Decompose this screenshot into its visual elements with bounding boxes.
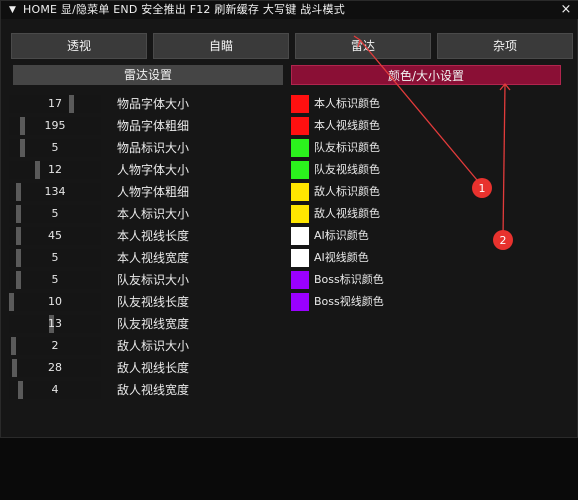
subtab-radar-settings[interactable]: 雷达设置: [13, 65, 283, 85]
color-swatch[interactable]: [291, 227, 309, 245]
color-swatch[interactable]: [291, 205, 309, 223]
slider-row: 5 队友标识大小: [9, 269, 281, 291]
value-slider[interactable]: 10: [9, 293, 101, 311]
color-label: 敌人视线颜色: [314, 207, 380, 220]
slider-value: 17: [48, 97, 62, 110]
color-label: Boss视线颜色: [314, 295, 384, 308]
color-row: 本人标识颜色: [291, 93, 491, 115]
value-slider[interactable]: 5: [9, 139, 101, 157]
value-slider[interactable]: 5: [9, 205, 101, 223]
color-row: Boss视线颜色: [291, 291, 491, 313]
slider-value: 10: [48, 295, 62, 308]
slider-row: 17 物品字体大小: [9, 93, 281, 115]
subtab-color-size-settings[interactable]: 颜色/大小设置: [291, 65, 561, 85]
color-row: Boss标识颜色: [291, 269, 491, 291]
slider-value: 5: [51, 141, 59, 154]
tab-radar[interactable]: 雷达: [295, 33, 431, 59]
slider-row: 2 敌人标识大小: [9, 335, 281, 357]
color-swatch[interactable]: [291, 293, 309, 311]
slider-value: 5: [51, 251, 59, 264]
slider-value: 28: [48, 361, 62, 374]
color-swatch[interactable]: [291, 117, 309, 135]
color-swatch[interactable]: [291, 139, 309, 157]
value-slider[interactable]: 12: [9, 161, 101, 179]
slider-value: 12: [48, 163, 62, 176]
slider-label: 队友视线宽度: [117, 317, 190, 331]
slider-label: 本人标识大小: [117, 207, 190, 221]
slider-label: 本人视线长度: [117, 229, 190, 243]
value-slider[interactable]: 134: [9, 183, 101, 201]
slider-row: 45 本人视线长度: [9, 225, 281, 247]
slider-value: 5: [51, 273, 59, 286]
color-swatch[interactable]: [291, 249, 309, 267]
color-label: 本人视线颜色: [314, 119, 380, 132]
color-row: 敌人视线颜色: [291, 203, 491, 225]
slider-row: 10 队友视线长度: [9, 291, 281, 313]
slider-row: 5 本人视线宽度: [9, 247, 281, 269]
value-slider[interactable]: 4: [9, 381, 101, 399]
value-slider[interactable]: 13: [9, 315, 101, 333]
value-slider[interactable]: 195: [9, 117, 101, 135]
color-swatch[interactable]: [291, 161, 309, 179]
slider-value: 5: [51, 207, 59, 220]
color-label: 本人标识颜色: [314, 97, 380, 110]
color-label: AI标识颜色: [314, 229, 369, 242]
color-label: AI视线颜色: [314, 251, 369, 264]
color-swatch[interactable]: [291, 271, 309, 289]
cheat-menu-window: ▼ HOME 显/隐菜单 END 安全推出 F12 刷新缓存 大写键 战斗模式 …: [0, 0, 578, 438]
value-slider[interactable]: 45: [9, 227, 101, 245]
slider-value: 2: [51, 339, 59, 352]
slider-value: 134: [44, 185, 66, 198]
color-label: 敌人标识颜色: [314, 185, 380, 198]
close-icon[interactable]: ×: [557, 1, 575, 19]
slider-label: 敌人视线长度: [117, 361, 190, 375]
slider-row: 13 队友视线宽度: [9, 313, 281, 335]
value-slider[interactable]: 17: [9, 95, 101, 113]
color-row: 队友标识颜色: [291, 137, 491, 159]
slider-label: 敌人标识大小: [117, 339, 190, 353]
title-bar[interactable]: ▼ HOME 显/隐菜单 END 安全推出 F12 刷新缓存 大写键 战斗模式 …: [1, 1, 578, 19]
slider-row: 134 人物字体粗细: [9, 181, 281, 203]
slider-label: 敌人视线宽度: [117, 383, 190, 397]
slider-row: 4 敌人视线宽度: [9, 379, 281, 401]
slider-label: 本人视线宽度: [117, 251, 190, 265]
slider-label: 物品标识大小: [117, 141, 190, 155]
slider-value: 45: [48, 229, 62, 242]
value-slider[interactable]: 5: [9, 249, 101, 267]
slider-label: 物品字体粗细: [117, 119, 190, 133]
color-label: 队友标识颜色: [314, 141, 380, 154]
color-row: AI视线颜色: [291, 247, 491, 269]
collapse-arrow-icon[interactable]: ▼: [9, 1, 16, 19]
slider-label: 物品字体大小: [117, 97, 190, 111]
color-swatch[interactable]: [291, 183, 309, 201]
color-label: 队友视线颜色: [314, 163, 380, 176]
tab-esp[interactable]: 透视: [11, 33, 147, 59]
color-label: Boss标识颜色: [314, 273, 384, 286]
color-row: 敌人标识颜色: [291, 181, 491, 203]
slider-label: 人物字体粗细: [117, 185, 190, 199]
slider-row: 5 本人标识大小: [9, 203, 281, 225]
slider-row: 195 物品字体粗细: [9, 115, 281, 137]
slider-label: 人物字体大小: [117, 163, 190, 177]
tab-misc[interactable]: 杂项: [437, 33, 573, 59]
slider-value: 13: [48, 317, 62, 330]
value-slider[interactable]: 28: [9, 359, 101, 377]
value-slider[interactable]: 2: [9, 337, 101, 355]
slider-value: 4: [51, 383, 59, 396]
color-swatch[interactable]: [291, 95, 309, 113]
slider-value: 195: [44, 119, 66, 132]
slider-row: 28 敌人视线长度: [9, 357, 281, 379]
slider-label: 队友视线长度: [117, 295, 190, 309]
color-row: 队友视线颜色: [291, 159, 491, 181]
color-row: AI标识颜色: [291, 225, 491, 247]
slider-row: 12 人物字体大小: [9, 159, 281, 181]
color-row: 本人视线颜色: [291, 115, 491, 137]
slider-row: 5 物品标识大小: [9, 137, 281, 159]
window-title: HOME 显/隐菜单 END 安全推出 F12 刷新缓存 大写键 战斗模式: [23, 3, 345, 16]
value-slider[interactable]: 5: [9, 271, 101, 289]
tab-aimbot[interactable]: 自瞄: [153, 33, 289, 59]
slider-label: 队友标识大小: [117, 273, 190, 287]
